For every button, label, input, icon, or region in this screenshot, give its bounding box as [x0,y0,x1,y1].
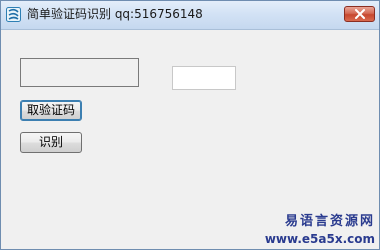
close-button[interactable] [344,6,375,22]
window-title: 简单验证码识别 qq:516756148 [27,7,203,21]
close-icon [355,9,365,19]
title-bar[interactable]: 简单验证码识别 qq:516756148 [1,1,379,30]
captcha-code-input[interactable] [172,66,236,90]
watermark: 易语言资源网 www.e5a5x.com [263,213,375,247]
captcha-image-box [20,58,139,87]
client-area: 取验证码 识别 易语言资源网 www.e5a5x.com [1,30,379,249]
recognize-button[interactable]: 识别 [20,132,82,153]
get-captcha-button[interactable]: 取验证码 [20,100,82,121]
watermark-url: www.e5a5x.com [264,232,375,246]
watermark-site-name: 易语言资源网 [284,214,375,229]
app-window: 简单验证码识别 qq:516756148 取验证码 识别 易语言资源网 www.… [0,0,380,250]
app-swirl-icon [6,7,21,22]
